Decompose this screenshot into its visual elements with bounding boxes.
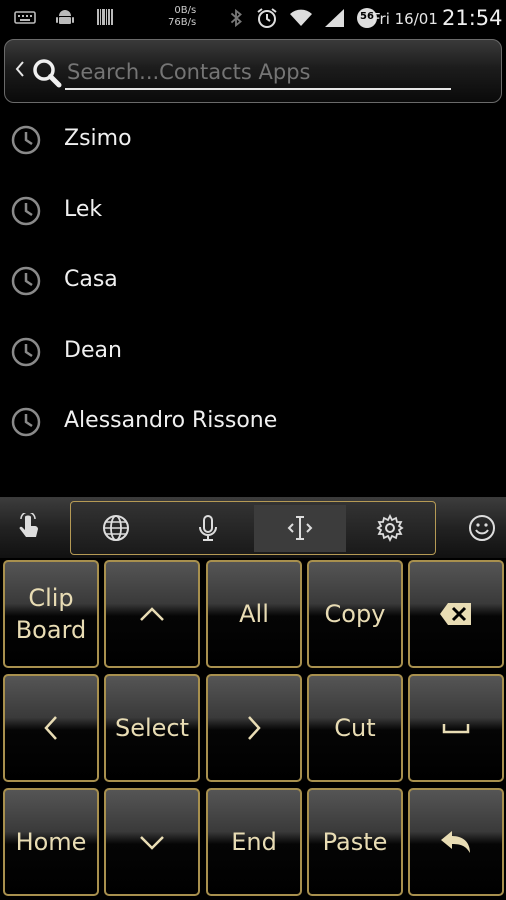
space-key[interactable] [408,674,504,782]
chevron-right-icon [248,716,261,740]
clipboard-key[interactable]: Clip Board [3,560,99,668]
alarm-icon [257,8,277,28]
enter-key[interactable] [408,788,504,896]
list-item[interactable]: Lek [0,176,506,247]
return-arrow-icon [441,831,470,853]
clipboard-key-line1: Clip [28,584,74,612]
bluetooth-icon [230,8,242,28]
signal-icon [325,9,344,27]
contact-name: Zsimo [64,126,132,151]
gear-icon[interactable] [375,513,405,543]
wifi-icon [290,9,312,26]
list-item[interactable]: Alessandro Rissone [0,387,506,458]
home-key[interactable]: Home [3,788,99,896]
select-all-key[interactable]: All [206,560,302,668]
contact-name: Dean [64,337,122,363]
recent-clock-icon [11,196,41,225]
recent-clock-icon [11,266,41,296]
contact-list: Zsimo Lek Casa Dean Alessandro Rissone [0,105,506,458]
keyboard: Clip Board All Copy Select Cut Home End … [0,497,506,900]
end-key-label: End [231,828,277,856]
end-key[interactable]: End [206,788,302,896]
clipboard-key-line2: Board [15,616,87,644]
net-up: 0B/s [174,5,197,16]
space-icon [442,724,470,734]
cursor-down-key[interactable] [104,788,200,896]
cursor-right-key[interactable] [206,674,302,782]
paste-key-label: Paste [322,828,388,856]
select-key-label: Select [114,714,190,742]
recent-clock-icon [11,337,41,366]
status-bar: 0B/s 76B/s 56 Fri 16/01 21:54 [0,0,506,38]
search-bar [4,39,502,103]
cut-key[interactable]: Cut [307,674,403,782]
keyboard-icon [14,11,36,24]
cursor-left-key[interactable] [3,674,99,782]
search-input[interactable] [65,56,451,90]
contact-name: Alessandro Rissone [64,408,278,433]
chevron-up-icon [140,607,164,621]
barcode-icon [97,9,113,25]
chevron-left-icon[interactable] [15,60,25,78]
contact-name: Lek [64,196,103,222]
select-key[interactable]: Select [104,674,200,782]
android-icon [56,10,74,24]
status-time: 21:54 [442,6,503,30]
network-speed: 0B/s 76B/s [168,5,196,29]
chevron-down-icon [140,836,164,850]
list-item[interactable]: Casa [0,246,506,317]
list-item[interactable]: Dean [0,317,506,388]
recent-clock-icon [11,125,41,155]
copy-key-label: Copy [324,600,386,628]
globe-icon[interactable] [101,513,131,543]
status-date: Fri 16/01 [372,10,438,28]
backspace-icon [440,603,471,625]
chevron-left-icon [44,716,57,740]
text-cursor-icon[interactable] [285,513,315,543]
contact-name: Casa [64,267,118,292]
net-down: 76B/s [168,17,197,28]
search-icon [33,59,62,88]
home-key-label: Home [15,828,87,856]
list-item[interactable]: Zsimo [0,105,506,176]
cut-key-label: Cut [334,714,376,742]
backspace-key[interactable] [408,560,504,668]
paste-key[interactable]: Paste [307,788,403,896]
smiley-icon[interactable] [467,513,497,543]
recent-clock-icon [11,407,41,437]
cursor-up-key[interactable] [104,560,200,668]
copy-key[interactable]: Copy [307,560,403,668]
microphone-icon[interactable] [193,513,223,543]
keyboard-toolbar [0,498,506,558]
hand-pointer-icon[interactable] [14,513,44,543]
select-all-key-label: All [239,600,269,628]
